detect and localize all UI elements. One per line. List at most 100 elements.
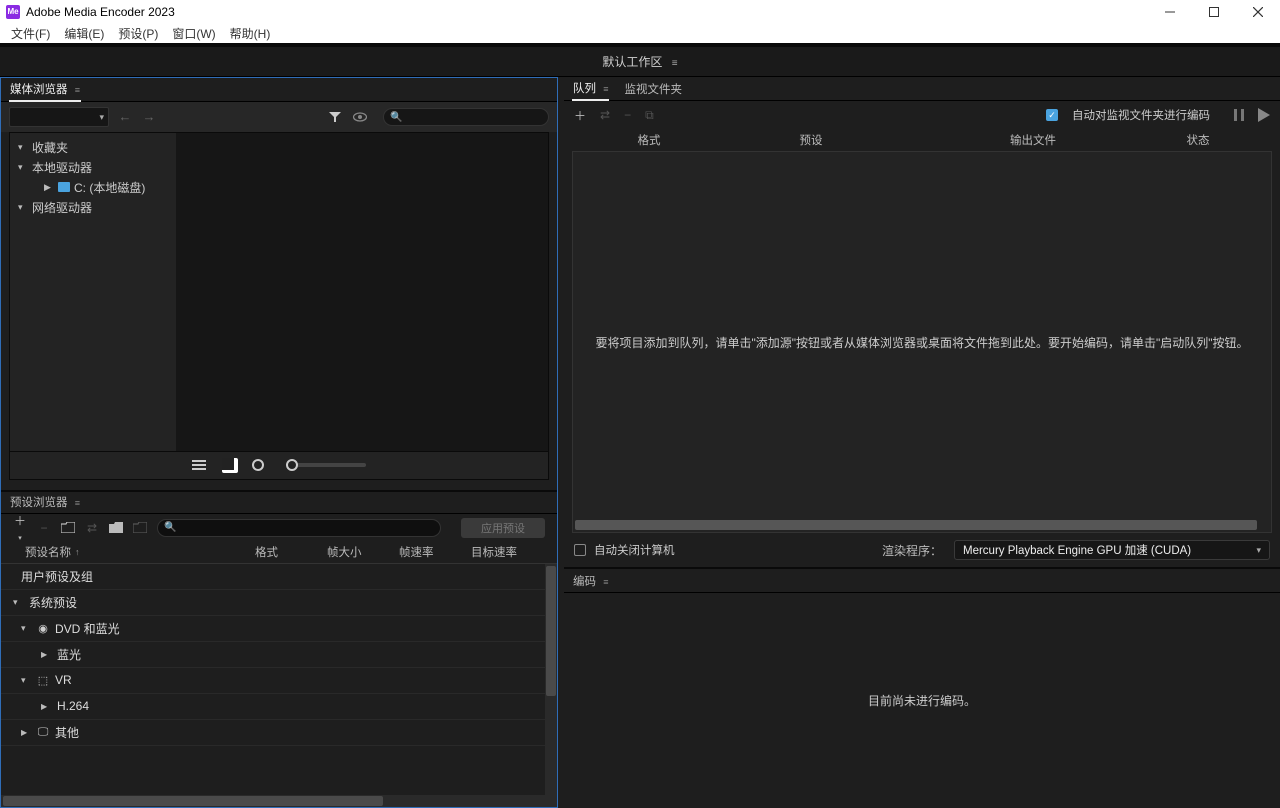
preset-row-bluray[interactable]: 蓝光 (1, 642, 557, 668)
tab-media-browser[interactable]: 媒体浏览器 ≡ (9, 78, 81, 102)
scrollbar-thumb[interactable] (546, 566, 556, 696)
chevron-down-icon: ▾ (13, 597, 23, 608)
add-preset-button[interactable]: ＋▾ (13, 512, 27, 543)
chevron-right-icon (21, 727, 31, 737)
col-framerate[interactable]: 帧速率 (399, 544, 471, 560)
window-minimize-button[interactable] (1148, 0, 1192, 23)
menu-edit[interactable]: 编辑(E) (57, 24, 111, 43)
media-browser-content-area[interactable] (176, 133, 548, 451)
chevron-right-icon (41, 649, 51, 659)
window-close-button[interactable] (1236, 0, 1280, 23)
preset-row-user[interactable]: 用户预设及组 (1, 564, 557, 590)
zoom-min-icon (252, 459, 264, 471)
chevron-down-icon: ▾ (1256, 545, 1261, 556)
preset-row-system[interactable]: ▾ 系统预设 (1, 590, 557, 616)
col-format[interactable]: 格式 (255, 544, 327, 560)
preset-search-input[interactable]: 🔍 (157, 519, 441, 537)
tree-label: C: (本地磁盘) (74, 179, 145, 196)
preset-row-dvd-bluray[interactable]: ▾ ◉ DVD 和蓝光 (1, 616, 557, 642)
vertical-scrollbar[interactable] (545, 564, 557, 796)
auto-encode-checkbox[interactable]: ✓ (1046, 109, 1058, 121)
hamburger-icon[interactable]: ≡ (75, 498, 80, 508)
pause-queue-button[interactable] (1234, 109, 1244, 121)
tree-network-drives[interactable]: ▾ 网络驱动器 (10, 197, 176, 217)
tab-label: 队列 (573, 83, 596, 95)
remove-preset-button[interactable]: − (37, 521, 51, 535)
chevron-down-icon: ▾ (18, 142, 28, 153)
horizontal-scrollbar[interactable] (575, 520, 1257, 530)
renderer-value: Mercury Playback Engine GPU 加速 (CUDA) (963, 542, 1191, 558)
tree-local-drives[interactable]: ▾ 本地驱动器 (10, 157, 176, 177)
start-queue-button[interactable] (1258, 108, 1270, 122)
media-browser-search-input[interactable]: 🔍 (383, 108, 549, 126)
encoding-tabbar: 编码 ≡ (564, 569, 1280, 593)
menu-file[interactable]: 文件(F) (4, 24, 57, 43)
tab-encoding[interactable]: 编码 ≡ (572, 570, 609, 592)
renderer-select[interactable]: Mercury Playback Engine GPU 加速 (CUDA) ▾ (954, 540, 1270, 560)
tab-watch-folders[interactable]: 监视文件夹 (623, 78, 683, 100)
workspace-bar: 默认工作区 ≡ (0, 47, 1280, 77)
encoding-panel: 编码 ≡ 目前尚未进行编码。 (564, 567, 1280, 808)
col-output: 输出文件 (918, 132, 1148, 148)
tab-queue[interactable]: 队列 ≡ (572, 77, 609, 101)
tree-label: 收藏夹 (32, 139, 68, 156)
tree-c-drive[interactable]: ▶ C: (本地磁盘) (10, 177, 176, 197)
disk-icon (58, 182, 70, 192)
tree-favorites[interactable]: ▾ 收藏夹 (10, 137, 176, 157)
thumbnail-view-button[interactable] (222, 458, 238, 473)
col-preset-name[interactable]: 预设名称 ↑ (25, 544, 255, 560)
hamburger-icon[interactable]: ≡ (75, 85, 80, 95)
queue-toolbar: ＋ ⇄ − ⧉ ✓ 自动对监视文件夹进行编码 (564, 101, 1280, 129)
tree-label: 网络驱动器 (32, 199, 92, 216)
menu-window[interactable]: 窗口(W) (165, 24, 222, 43)
import-preset-button[interactable] (109, 522, 123, 533)
queue-drop-area[interactable]: 要将项目添加到队列，请单击"添加源"按钮或者从媒体浏览器或桌面将文件拖到此处。要… (572, 151, 1272, 533)
vr-icon: ⬚ (37, 674, 49, 686)
media-browser-footer (9, 452, 549, 480)
chevron-right-icon (41, 701, 51, 711)
chevron-down-icon: ▾ (21, 623, 31, 634)
hamburger-icon[interactable]: ≡ (603, 84, 608, 94)
list-view-button[interactable] (192, 459, 208, 471)
scrollbar-thumb[interactable] (3, 796, 383, 806)
new-group-button[interactable] (61, 522, 75, 533)
horizontal-scrollbar[interactable] (1, 795, 557, 807)
col-framesize[interactable]: 帧大小 (327, 544, 399, 560)
menu-help[interactable]: 帮助(H) (223, 24, 278, 43)
search-icon: 🔍 (164, 522, 176, 533)
add-source-button[interactable]: ＋ (574, 107, 586, 124)
row-label: H.264 (57, 699, 89, 713)
hamburger-icon[interactable]: ≡ (603, 577, 608, 587)
tab-label: 预设浏览器 (10, 497, 68, 509)
auto-shutdown-checkbox[interactable] (574, 544, 586, 556)
preset-settings-button[interactable]: ⇄ (85, 521, 99, 535)
menu-preset[interactable]: 预设(P) (111, 24, 165, 43)
preset-row-vr[interactable]: ▾ ⬚ VR (1, 668, 557, 694)
ingest-toggle-icon[interactable] (353, 112, 369, 122)
window-maximize-button[interactable] (1192, 0, 1236, 23)
chevron-down-icon: ▾ (18, 162, 28, 173)
monitor-icon: 🖵 (37, 726, 49, 738)
encoding-body: 目前尚未进行编码。 (564, 593, 1280, 808)
media-browser-path-dropdown[interactable]: ▾ (9, 107, 109, 127)
queue-panel: 队列 ≡ 监视文件夹 ＋ ⇄ − ⧉ ✓ 自动对监视文件夹进行编码 (564, 77, 1280, 567)
thumbnail-zoom-slider[interactable] (286, 463, 366, 467)
row-label: 用户预设及组 (21, 568, 93, 585)
tab-preset-browser[interactable]: 预设浏览器 ≡ (9, 491, 81, 513)
nav-forward-button[interactable]: → (141, 109, 157, 125)
duplicate-button[interactable]: ⧉ (645, 108, 654, 123)
col-targetrate[interactable]: 目标速率 (471, 544, 543, 560)
filter-icon[interactable] (329, 111, 345, 123)
apply-preset-button[interactable]: 应用预设 (461, 518, 545, 538)
preset-row-h264[interactable]: H.264 (1, 694, 557, 720)
remove-button[interactable]: − (624, 108, 631, 122)
preset-row-other[interactable]: 🖵 其他 (1, 720, 557, 746)
preset-browser-tabbar: 预设浏览器 ≡ (1, 490, 557, 514)
slider-knob[interactable] (286, 459, 298, 471)
add-output-button[interactable]: ⇄ (600, 108, 610, 122)
app-icon: Me (6, 5, 20, 19)
row-label: DVD 和蓝光 (55, 620, 120, 637)
workspace-selector[interactable]: 默认工作区 ≡ (594, 50, 685, 73)
nav-back-button[interactable]: ← (117, 109, 133, 125)
export-preset-button[interactable] (133, 522, 147, 533)
